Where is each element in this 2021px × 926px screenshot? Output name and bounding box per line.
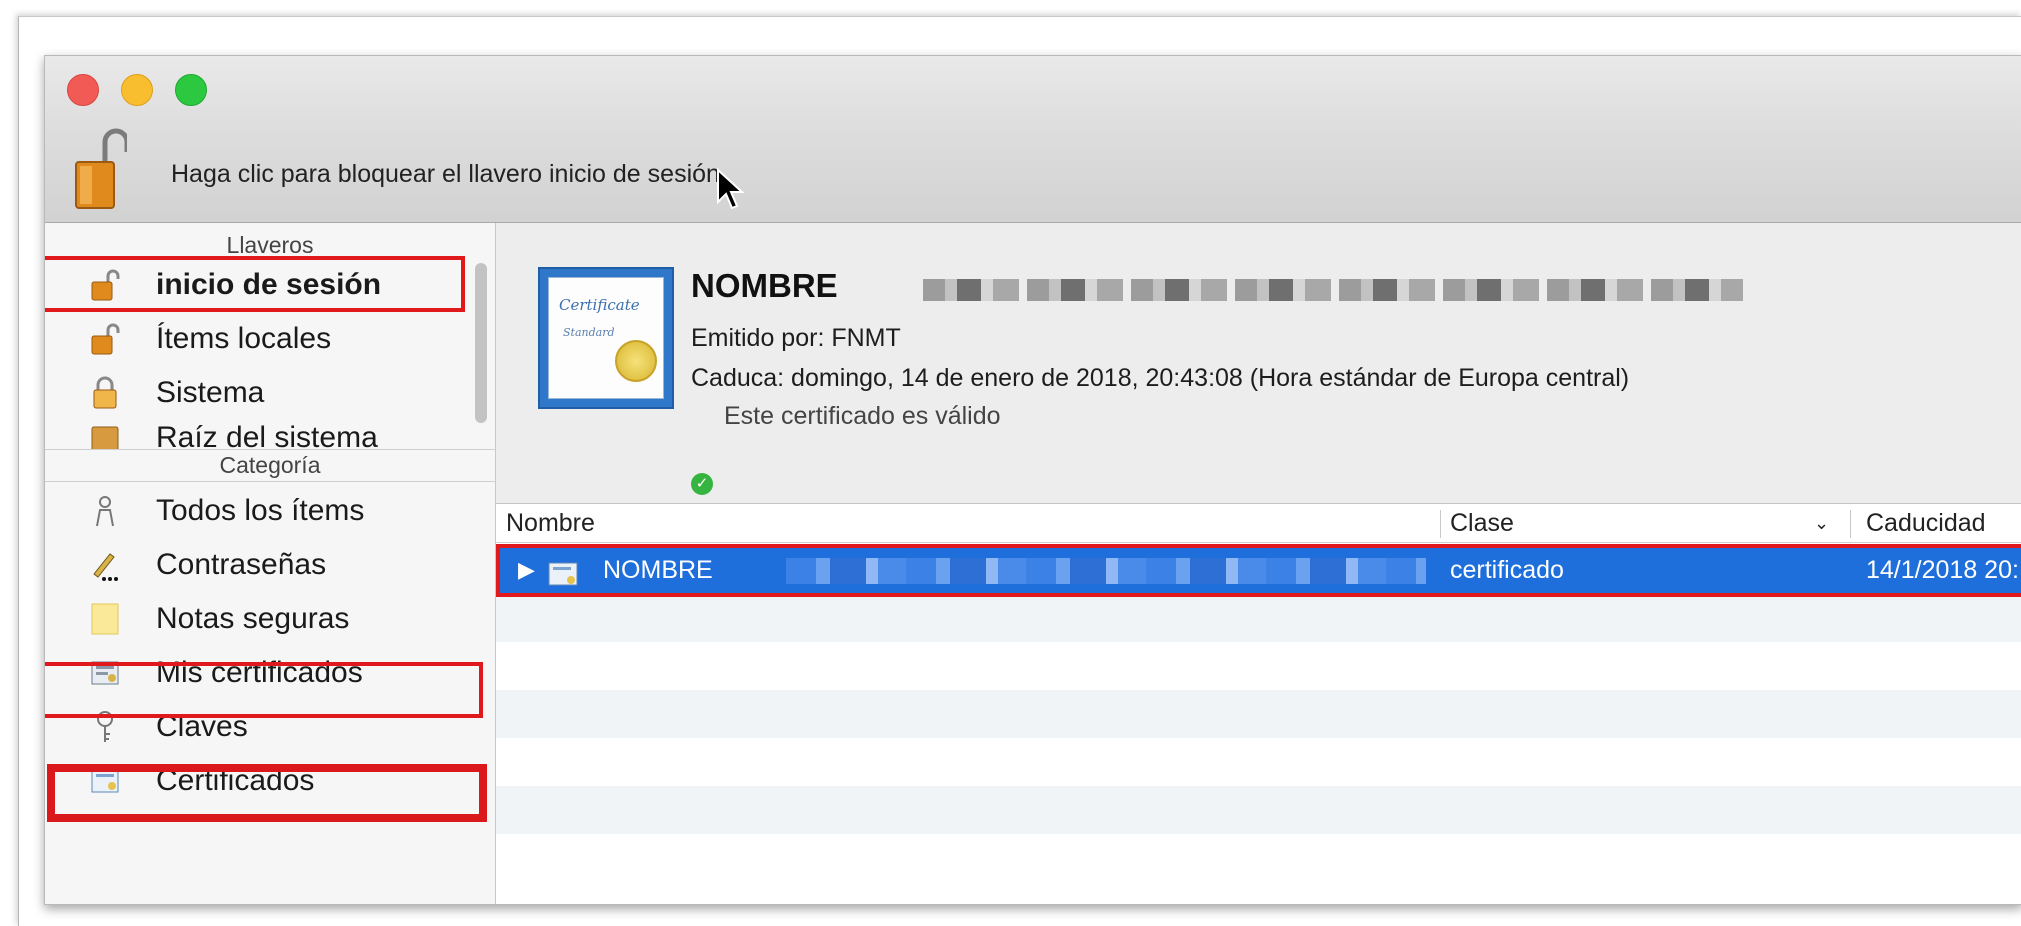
- empty-table-row: [496, 594, 2021, 642]
- note-icon: [89, 602, 121, 636]
- empty-table-row: [496, 690, 2021, 738]
- empty-table-row: [496, 786, 2021, 834]
- sidebar-item-label: Raíz del sistema: [156, 421, 378, 449]
- lock-keychain-message[interactable]: Haga clic para bloquear el llavero inici…: [171, 160, 727, 189]
- category-header: Categoría: [219, 452, 321, 478]
- column-header-kind[interactable]: Clase: [1450, 504, 1514, 542]
- empty-table-row: [496, 834, 2021, 882]
- highlight-my-certificates: [45, 662, 483, 718]
- sidebar-item-label: Ítems locales: [156, 322, 332, 355]
- sidebar-item-secure-notes[interactable]: Notas seguras: [45, 593, 485, 645]
- pen-dots-icon: [89, 548, 121, 582]
- column-header-name[interactable]: Nombre: [506, 504, 595, 542]
- table-header: Nombre Clase ⌄ Caducidad: [496, 504, 2021, 543]
- check-icon: ✓: [691, 473, 713, 495]
- lock-closed-icon: [89, 421, 121, 449]
- sort-chevron-icon[interactable]: ⌄: [1814, 504, 1829, 542]
- minimize-window-button[interactable]: [121, 74, 153, 106]
- sidebar-item-system[interactable]: Sistema: [45, 367, 485, 419]
- sidebar-item-passwords[interactable]: Contraseñas: [45, 539, 485, 591]
- keychains-scrollbar[interactable]: [475, 263, 487, 423]
- empty-table-row: [496, 642, 2021, 690]
- empty-table-row: [496, 738, 2021, 786]
- close-window-button[interactable]: [67, 74, 99, 106]
- keychain-access-window: Haga clic para bloquear el llavero inici…: [44, 55, 2021, 905]
- highlight-table-row: [496, 544, 2021, 597]
- sidebar-item-label: Todos los ítems: [156, 494, 365, 527]
- certificate-thumbnail-title: Certificate: [559, 296, 640, 314]
- sidebar-divider: [45, 481, 495, 482]
- sidebar-divider: [45, 449, 495, 450]
- lock-open-icon: [89, 322, 121, 356]
- certificate-thumbnail: Certificate Standard: [538, 267, 674, 409]
- expiry-date: Caduca: domingo, 14 de enero de 2018, 20…: [691, 364, 1630, 392]
- certificate-detail-panel: Certificate Standard NOMBRE Emitido por:…: [496, 223, 2021, 504]
- sidebar-item-label: Notas seguras: [156, 602, 350, 635]
- keychains-header: Llaveros: [226, 232, 314, 258]
- people-icon: [89, 494, 121, 528]
- redacted-name: [923, 279, 1743, 301]
- certificate-thumbnail-subtitle: Standard: [563, 326, 615, 339]
- issued-by: Emitido por: FNMT: [691, 324, 901, 352]
- lock-closed-icon: [89, 376, 121, 410]
- mouse-cursor-icon: [717, 168, 745, 210]
- sidebar-item-label: Sistema: [156, 376, 265, 409]
- certificate-status: Este certificado es válido: [724, 402, 1001, 430]
- highlight-login: [45, 256, 465, 312]
- certificate-name: NOMBRE: [691, 267, 838, 304]
- zoom-window-button[interactable]: [175, 74, 207, 106]
- column-header-expires[interactable]: Caducidad: [1866, 504, 1986, 542]
- sidebar-item-all-items[interactable]: Todos los ítems: [45, 485, 485, 537]
- unlocked-padlock-icon[interactable]: [75, 126, 127, 210]
- sidebar-item-system-roots[interactable]: Raíz del sistema: [45, 413, 485, 449]
- window-toolbar: Haga clic para bloquear el llavero inici…: [45, 56, 2021, 223]
- sidebar-item-label: Contraseñas: [156, 548, 327, 581]
- highlight-certificates: [47, 764, 487, 822]
- sidebar-item-local-items[interactable]: Ítems locales: [45, 313, 485, 365]
- seal-icon: [615, 340, 657, 382]
